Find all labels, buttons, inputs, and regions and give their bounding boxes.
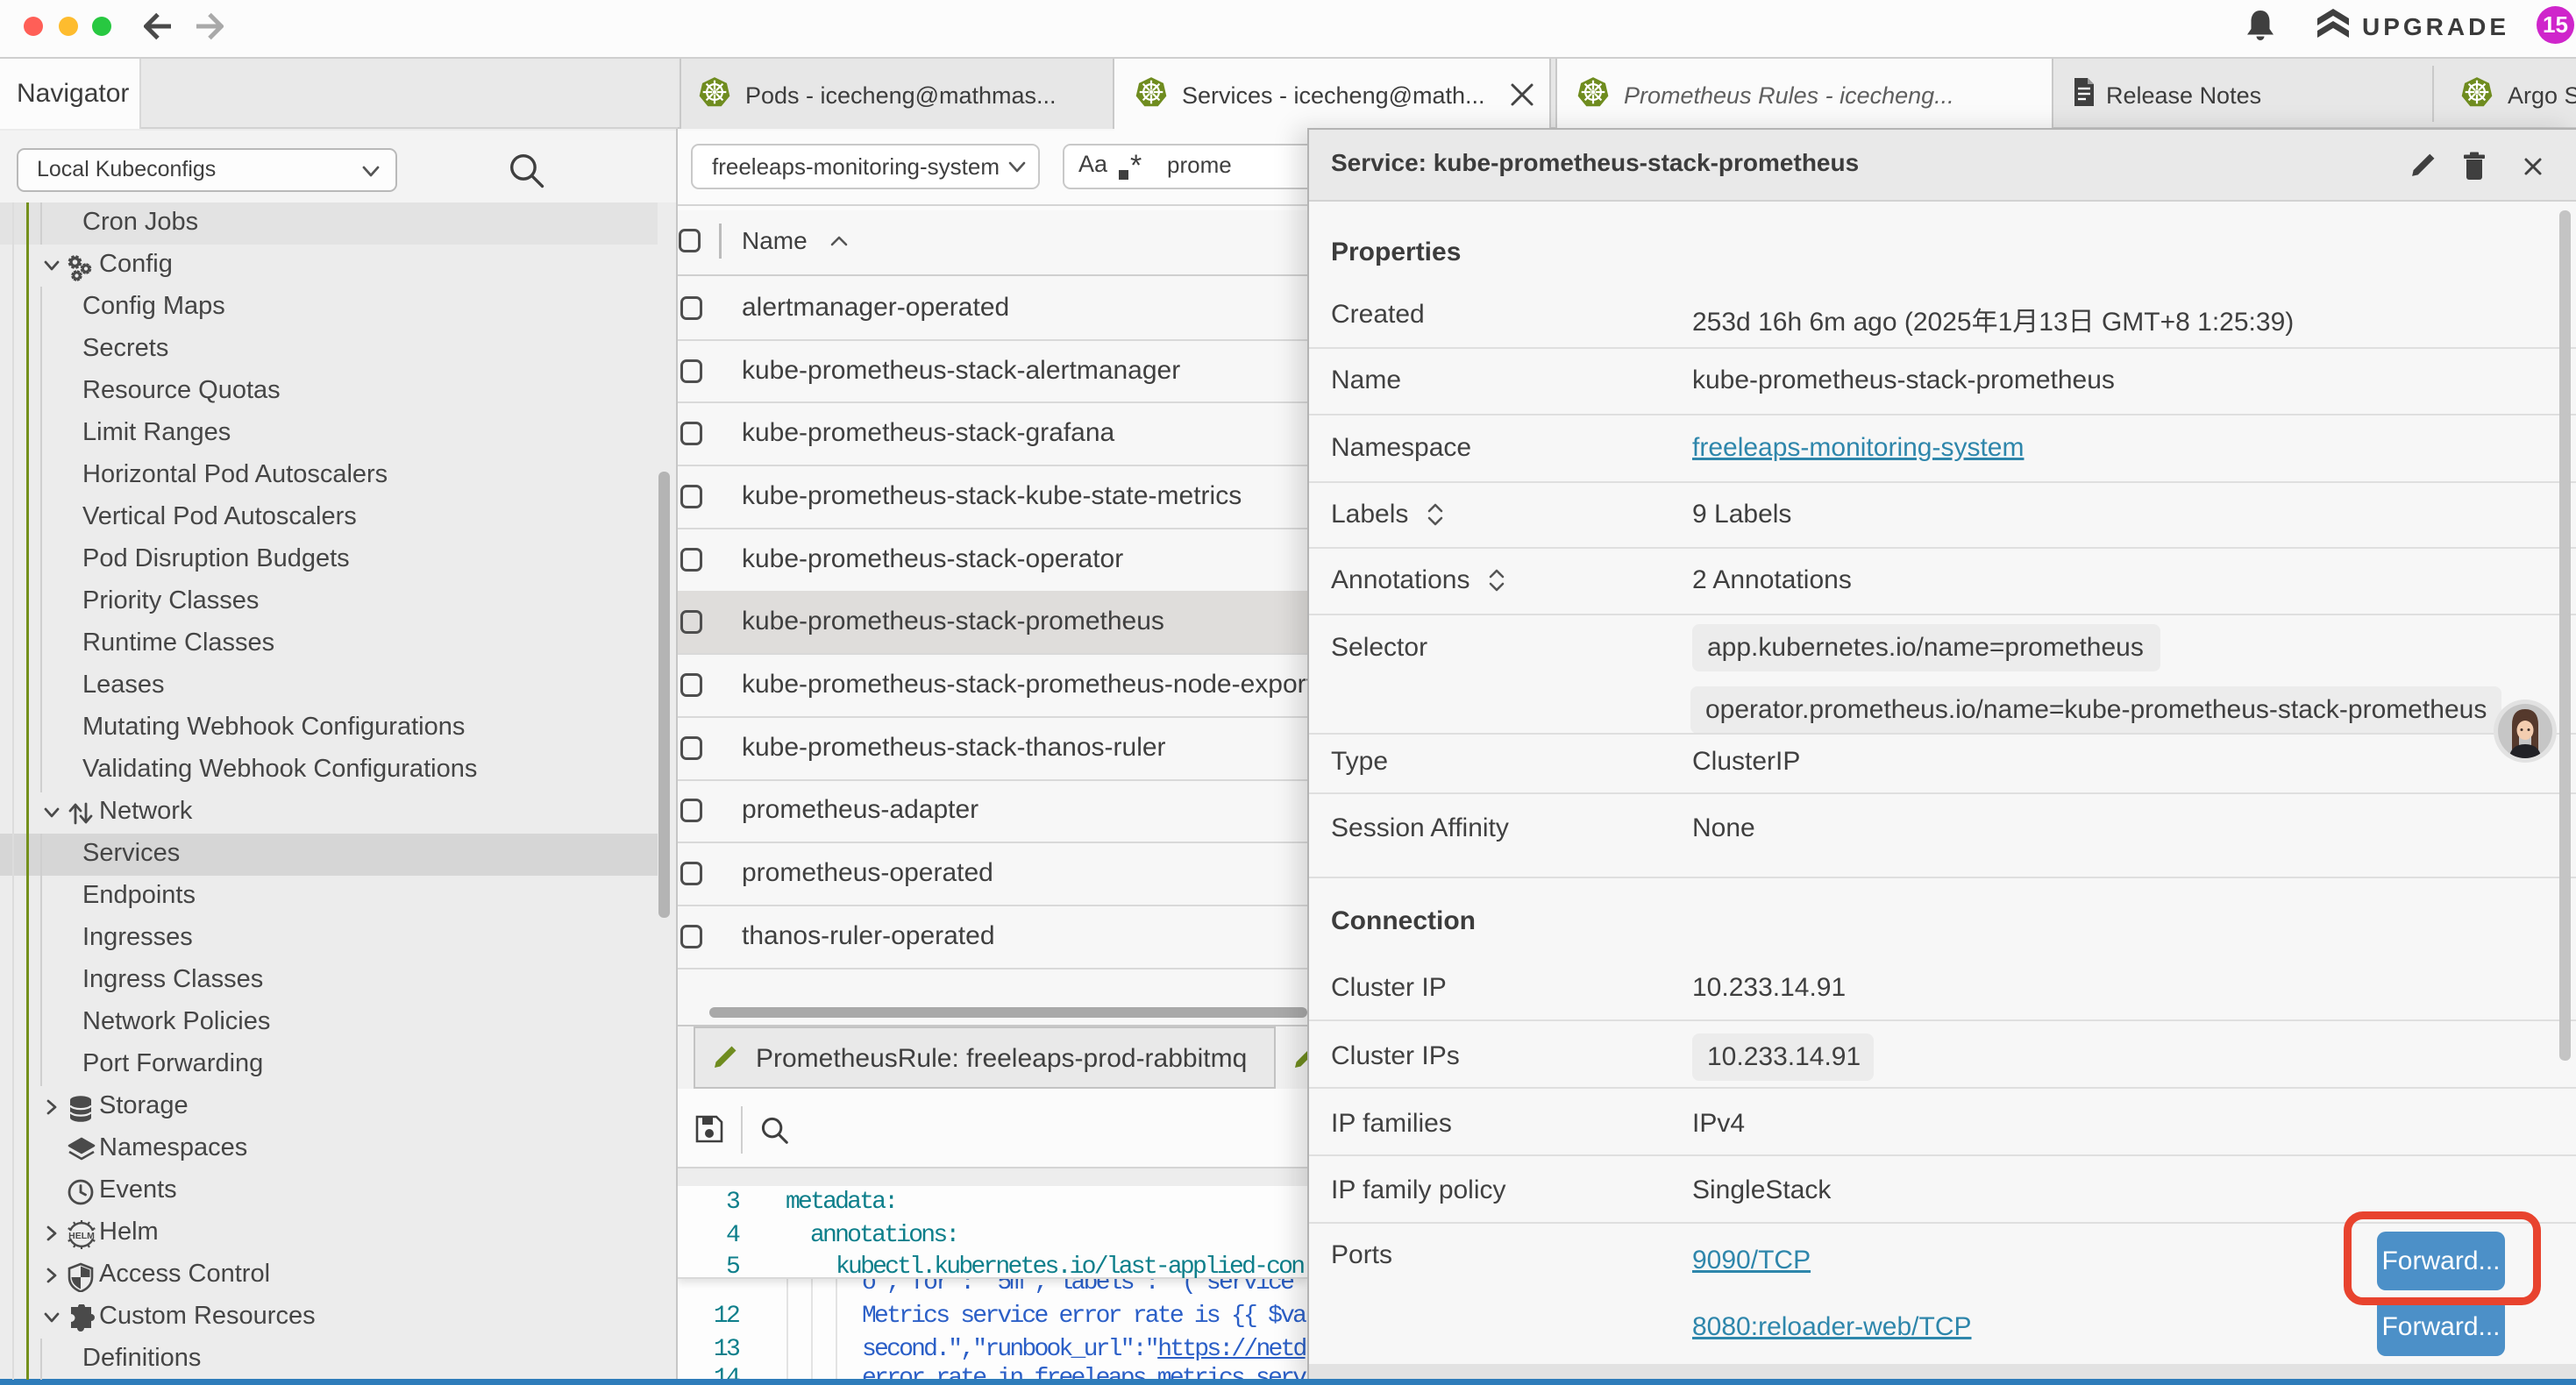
svg-text:HELM: HELM [68, 1231, 95, 1241]
